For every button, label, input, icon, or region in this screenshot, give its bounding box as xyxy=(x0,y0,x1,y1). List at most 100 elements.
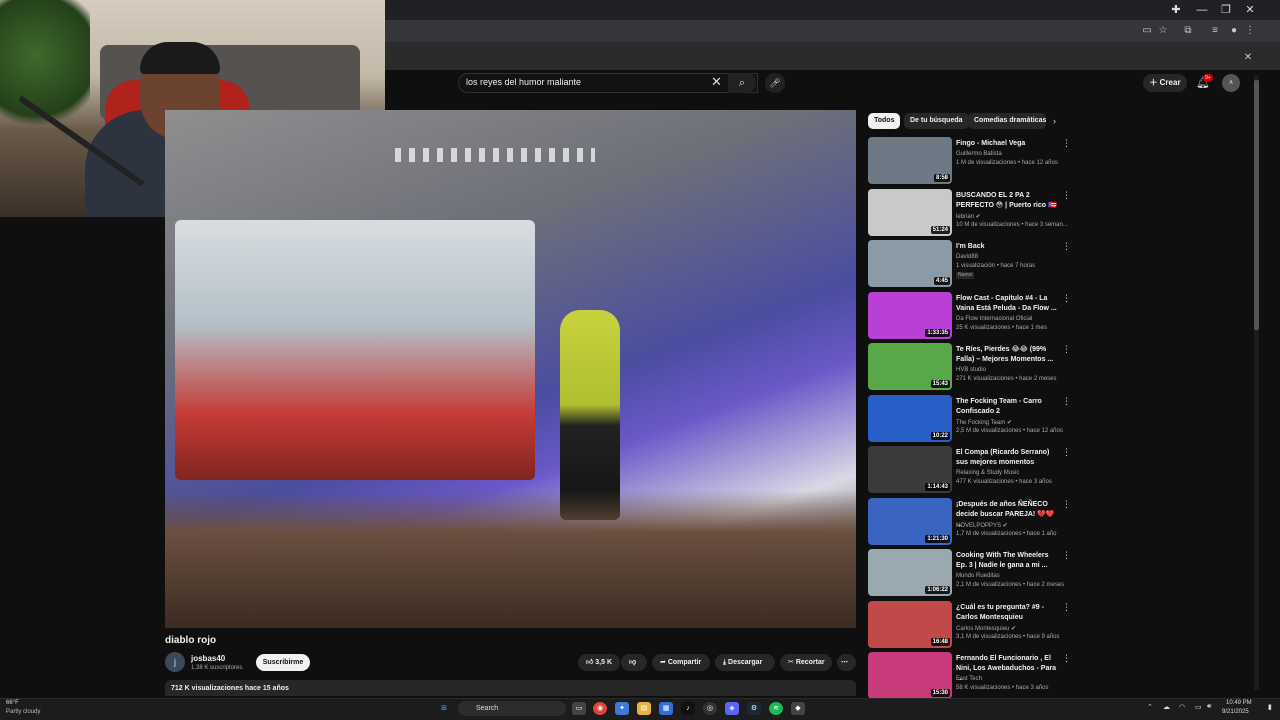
recommendation-item[interactable]: 1:06:22 Cooking With The Wheelers Ep. 3 |… xyxy=(868,549,1071,597)
video-player[interactable] xyxy=(165,110,856,628)
recommendation-thumbnail[interactable]: 1:33:35 xyxy=(868,292,952,339)
download-button[interactable]: ⤓ Descargar xyxy=(715,654,775,671)
app-icon[interactable]: ◆ xyxy=(791,702,805,715)
minimize-icon[interactable]: — xyxy=(1190,2,1214,18)
clear-search-icon[interactable]: ✕ xyxy=(711,75,722,89)
recommendation-channel[interactable]: The Focking Team ✔ xyxy=(956,419,1066,426)
copilot-icon[interactable]: ✦ xyxy=(615,702,629,715)
browser-menu-icon[interactable]: ⋮ xyxy=(1242,24,1258,38)
recommendation-channel[interactable]: Fast Tech xyxy=(956,676,1066,682)
recommendation-item[interactable]: 16:48 ¿Cuál es tu pregunta? #9 - Carlos M… xyxy=(868,601,1071,649)
recommendation-title[interactable]: I'm Back xyxy=(956,242,1060,252)
cloud-icon[interactable]: ☁ xyxy=(1163,703,1170,711)
profile-icon[interactable]: ● xyxy=(1226,24,1242,38)
more-vertical-icon[interactable]: ⋮ xyxy=(1062,653,1071,664)
recommendation-thumbnail[interactable]: 15:43 xyxy=(868,343,952,390)
recommendation-item[interactable]: 1:21:30 ¡Después de años ÑEÑECO decide bu… xyxy=(868,498,1071,546)
more-vertical-icon[interactable]: ⋮ xyxy=(1062,190,1071,201)
recommendation-channel[interactable]: NOVELPOPPYS ✔ xyxy=(956,522,1066,529)
notification-center-icon[interactable]: ▮ xyxy=(1268,703,1272,711)
more-vertical-icon[interactable]: ⋮ xyxy=(1062,344,1071,355)
share-button[interactable]: ➦ Compartir xyxy=(652,654,710,671)
recommendation-channel[interactable]: Carlos Montesquieu ✔ xyxy=(956,625,1066,632)
recommendation-title[interactable]: El Compa (Ricardo Serrano) sus mejores m… xyxy=(956,448,1060,468)
chip-comedias[interactable]: Comedias dramáticas xyxy=(968,113,1046,129)
recommendation-item[interactable]: 10:22 The Focking Team - Carro Confiscado… xyxy=(868,395,1071,443)
more-vertical-icon[interactable]: ⋮ xyxy=(1062,241,1071,252)
recommendation-title[interactable]: ¿Cuál es tu pregunta? #9 - Carlos Montes… xyxy=(956,603,1060,623)
more-vertical-icon[interactable]: ⋮ xyxy=(1062,550,1071,561)
recommendation-channel[interactable]: Da Flow Internacional Oficial xyxy=(956,316,1066,322)
account-avatar[interactable]: A xyxy=(1222,74,1240,92)
recommendation-item[interactable]: 4:45 I'm Back David88 1 visualización • hac… xyxy=(868,240,1071,288)
store-icon[interactable]: ▦ xyxy=(659,702,673,715)
recommendation-thumbnail[interactable]: 4:45 xyxy=(868,240,952,287)
recommendation-thumbnail[interactable]: 10:22 xyxy=(868,395,952,442)
recommendation-channel[interactable]: Relaxing & Study Music xyxy=(956,470,1066,476)
chrome-icon[interactable]: ◉ xyxy=(593,702,607,715)
recommendation-item[interactable]: 15:43 Te Ríes, Pierdes 😂😂 (99% Falla) – M… xyxy=(868,343,1071,391)
recommendation-channel[interactable]: Mundo Rueditas xyxy=(956,573,1066,579)
more-vertical-icon[interactable]: ⋮ xyxy=(1062,602,1071,613)
dismiss-bar-icon[interactable]: ✕ xyxy=(1240,51,1256,65)
recommendation-title[interactable]: Fingo - Michael Vega xyxy=(956,139,1060,149)
cast-icon[interactable]: ▭ xyxy=(1139,24,1155,38)
channel-avatar[interactable]: j xyxy=(165,652,185,672)
search-button[interactable]: ⌕ xyxy=(728,73,756,93)
extensions-icon[interactable]: ⧉ xyxy=(1180,24,1196,38)
chip-todos[interactable]: Todos xyxy=(868,113,901,129)
windows-start-icon[interactable]: ⊞ xyxy=(437,702,451,715)
recommendation-item[interactable]: 1:33:35 Flow Cast - Capítulo #4 - La Vain… xyxy=(868,292,1071,340)
scrollbar-thumb[interactable] xyxy=(1254,80,1259,330)
recommendation-thumbnail[interactable]: 51:24 xyxy=(868,189,952,236)
recommendation-title[interactable]: The Focking Team - Carro Confiscado 2 xyxy=(956,397,1060,417)
recommendation-item[interactable]: 15:30 Fernando El Funcionario , El Nini, … xyxy=(868,652,1071,700)
taskbar-date[interactable]: 9/21/2025 xyxy=(1222,709,1249,715)
dislike-button[interactable]: 👎︎ xyxy=(621,654,647,671)
more-actions-button[interactable]: ⋯ xyxy=(837,654,856,671)
clip-button[interactable]: ✂ Recortar xyxy=(780,654,832,671)
like-button[interactable]: 👍︎ 3,5 K xyxy=(578,654,620,671)
recommendation-title[interactable]: BUSCANDO EL 2 PA 2 PERFECTO 😳 | Puerto r… xyxy=(956,191,1060,211)
recommendation-thumbnail[interactable]: 8:58 xyxy=(868,137,952,184)
tiktok-icon[interactable]: ♪ xyxy=(681,702,695,715)
create-button[interactable]: ＋ Crear xyxy=(1143,74,1187,92)
more-vertical-icon[interactable]: ⋮ xyxy=(1062,396,1071,407)
more-vertical-icon[interactable]: ⋮ xyxy=(1062,138,1071,149)
spotify-icon[interactable]: ≋ xyxy=(769,702,783,715)
chip-de-tu-busqueda[interactable]: De tu búsqueda xyxy=(904,113,969,129)
volume-icon[interactable]: 🔊︎ xyxy=(1207,703,1211,711)
recommendation-title[interactable]: Cooking With The Wheelers Ep. 3 | Nadie … xyxy=(956,551,1060,571)
display-icon[interactable]: ▭ xyxy=(1195,703,1202,711)
new-tab-icon[interactable]: ✚ xyxy=(1164,2,1188,18)
task-view-icon[interactable]: ▭ xyxy=(572,702,586,715)
recommendation-thumbnail[interactable]: 1:14:43 xyxy=(868,446,952,493)
subscribe-button[interactable]: Suscribirme xyxy=(256,654,310,671)
steam-icon[interactable]: ⚙ xyxy=(747,702,761,715)
recommendation-item[interactable]: 1:14:43 El Compa (Ricardo Serrano) sus me… xyxy=(868,446,1071,494)
taskbar-search-box[interactable]: Search xyxy=(458,701,566,716)
bookmark-star-icon[interactable]: ☆ xyxy=(1155,24,1171,38)
chevron-right-icon[interactable]: › xyxy=(1053,116,1056,126)
wifi-icon[interactable]: ◠ xyxy=(1179,703,1185,711)
weather-description[interactable]: Partly cloudy xyxy=(6,709,40,715)
recommendation-channel[interactable]: HVB studio xyxy=(956,367,1066,373)
recommendation-channel[interactable]: lebrian ✔ xyxy=(956,213,1066,220)
recommendation-thumbnail[interactable]: 15:30 xyxy=(868,652,952,699)
recommendation-thumbnail[interactable]: 1:21:30 xyxy=(868,498,952,545)
tray-chevron-icon[interactable]: ⌃ xyxy=(1147,703,1153,711)
recommendation-thumbnail[interactable]: 16:48 xyxy=(868,601,952,648)
recommendation-thumbnail[interactable]: 1:06:22 xyxy=(868,549,952,596)
recommendation-title[interactable]: Flow Cast - Capítulo #4 - La Vaina Está … xyxy=(956,294,1060,314)
voice-search-button[interactable]: 🎤︎ xyxy=(765,73,785,93)
more-vertical-icon[interactable]: ⋮ xyxy=(1062,447,1071,458)
recommendation-channel[interactable]: Guillermo Batista xyxy=(956,151,1066,157)
search-input[interactable]: los reyes del humor maliante xyxy=(466,77,581,87)
file-explorer-icon[interactable]: ▤ xyxy=(637,702,651,715)
recommendation-item[interactable]: 8:58 Fingo - Michael Vega Guillermo Batist… xyxy=(868,137,1071,185)
media-icon[interactable]: ≡ xyxy=(1207,24,1223,38)
obs-icon[interactable]: ◎ xyxy=(703,702,717,715)
more-vertical-icon[interactable]: ⋮ xyxy=(1062,293,1071,304)
discord-icon[interactable]: ◈ xyxy=(725,702,739,715)
weather-temperature[interactable]: 66°F xyxy=(6,700,19,706)
